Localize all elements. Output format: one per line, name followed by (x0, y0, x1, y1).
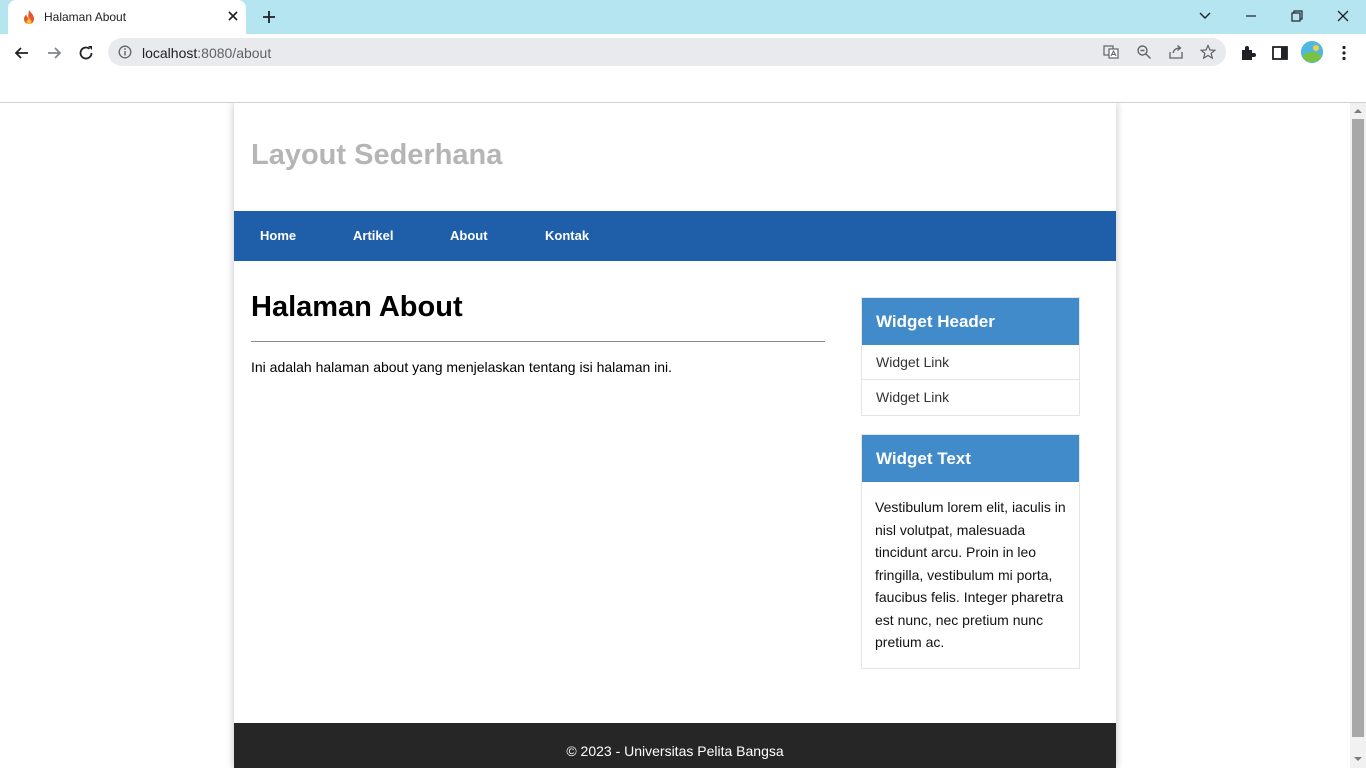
chevron-down-icon[interactable] (1196, 7, 1214, 25)
nav-link-kontak[interactable]: Kontak (545, 228, 589, 243)
tab-title: Halaman About (44, 10, 127, 24)
vertical-scrollbar[interactable] (1350, 103, 1366, 768)
widget-header: Widget Header (862, 298, 1079, 345)
profile-avatar[interactable] (1301, 41, 1323, 63)
scroll-down-arrow-icon[interactable] (1354, 755, 1362, 763)
footer-copyright: © 2023 - Universitas Pelita Bangsa (566, 743, 784, 759)
translate-icon[interactable] (1103, 44, 1119, 60)
share-icon[interactable] (1168, 44, 1184, 60)
nav-link-artikel[interactable]: Artikel (353, 228, 393, 243)
content-divider (251, 341, 825, 342)
flame-favicon-icon (24, 10, 34, 24)
zoom-icon[interactable] (1136, 44, 1152, 60)
site-header: Layout Sederhana (234, 103, 1116, 211)
widget-text-header: Widget Text (862, 435, 1079, 482)
page-viewport: Layout Sederhana Home Artikel About Kont… (0, 103, 1350, 768)
close-window-icon[interactable] (1334, 7, 1352, 25)
more-icon[interactable] (1335, 44, 1353, 62)
url-path: :8080/about (197, 45, 272, 61)
widget-text-body: Vestibulum lorem elit, iaculis in nisl v… (875, 499, 1066, 650)
address-bar[interactable]: localhost:8080/about (108, 38, 1226, 66)
profile-avatar-image (1301, 41, 1323, 63)
active-tab[interactable]: Halaman About (8, 0, 246, 34)
minimize-icon[interactable] (1242, 7, 1260, 25)
page-text: Ini adalah halaman about yang menjelaska… (251, 359, 673, 375)
main-content: Halaman About Ini adalah halaman about y… (251, 291, 825, 375)
toolbar-spacer (0, 70, 1366, 103)
plus-icon[interactable] (260, 8, 278, 26)
widget-link[interactable]: Widget Link (862, 345, 1079, 380)
browser-tab-strip: Halaman About (0, 0, 1366, 34)
close-icon[interactable] (224, 7, 242, 25)
page-title: Halaman About (251, 291, 463, 323)
info-icon[interactable] (118, 45, 132, 59)
site-footer: © 2023 - Universitas Pelita Bangsa (234, 723, 1116, 768)
back-icon[interactable] (12, 43, 32, 63)
scrollbar-thumb[interactable] (1352, 119, 1364, 737)
side-panel-icon[interactable] (1271, 44, 1289, 62)
browser-toolbar: localhost:8080/about (0, 34, 1366, 70)
extensions-icon[interactable] (1239, 44, 1257, 62)
reload-icon[interactable] (76, 43, 96, 63)
nav-link-home[interactable]: Home (260, 228, 296, 243)
restore-icon[interactable] (1288, 7, 1306, 25)
url-text[interactable]: localhost:8080/about (142, 45, 271, 61)
scroll-up-arrow-icon[interactable] (1354, 107, 1362, 115)
widget-text: Widget Text Vestibulum lorem elit, iacul… (861, 434, 1080, 669)
forward-icon[interactable] (44, 43, 64, 63)
widget-links: Widget Header Widget Link Widget Link (861, 297, 1080, 416)
url-host: localhost (142, 45, 198, 61)
site-title: Layout Sederhana (251, 139, 503, 171)
page-container: Layout Sederhana Home Artikel About Kont… (234, 103, 1116, 768)
nav-link-about[interactable]: About (450, 228, 488, 243)
main-navbar: Home Artikel About Kontak (234, 211, 1116, 261)
star-icon[interactable] (1200, 44, 1216, 60)
widget-link[interactable]: Widget Link (862, 380, 1079, 415)
